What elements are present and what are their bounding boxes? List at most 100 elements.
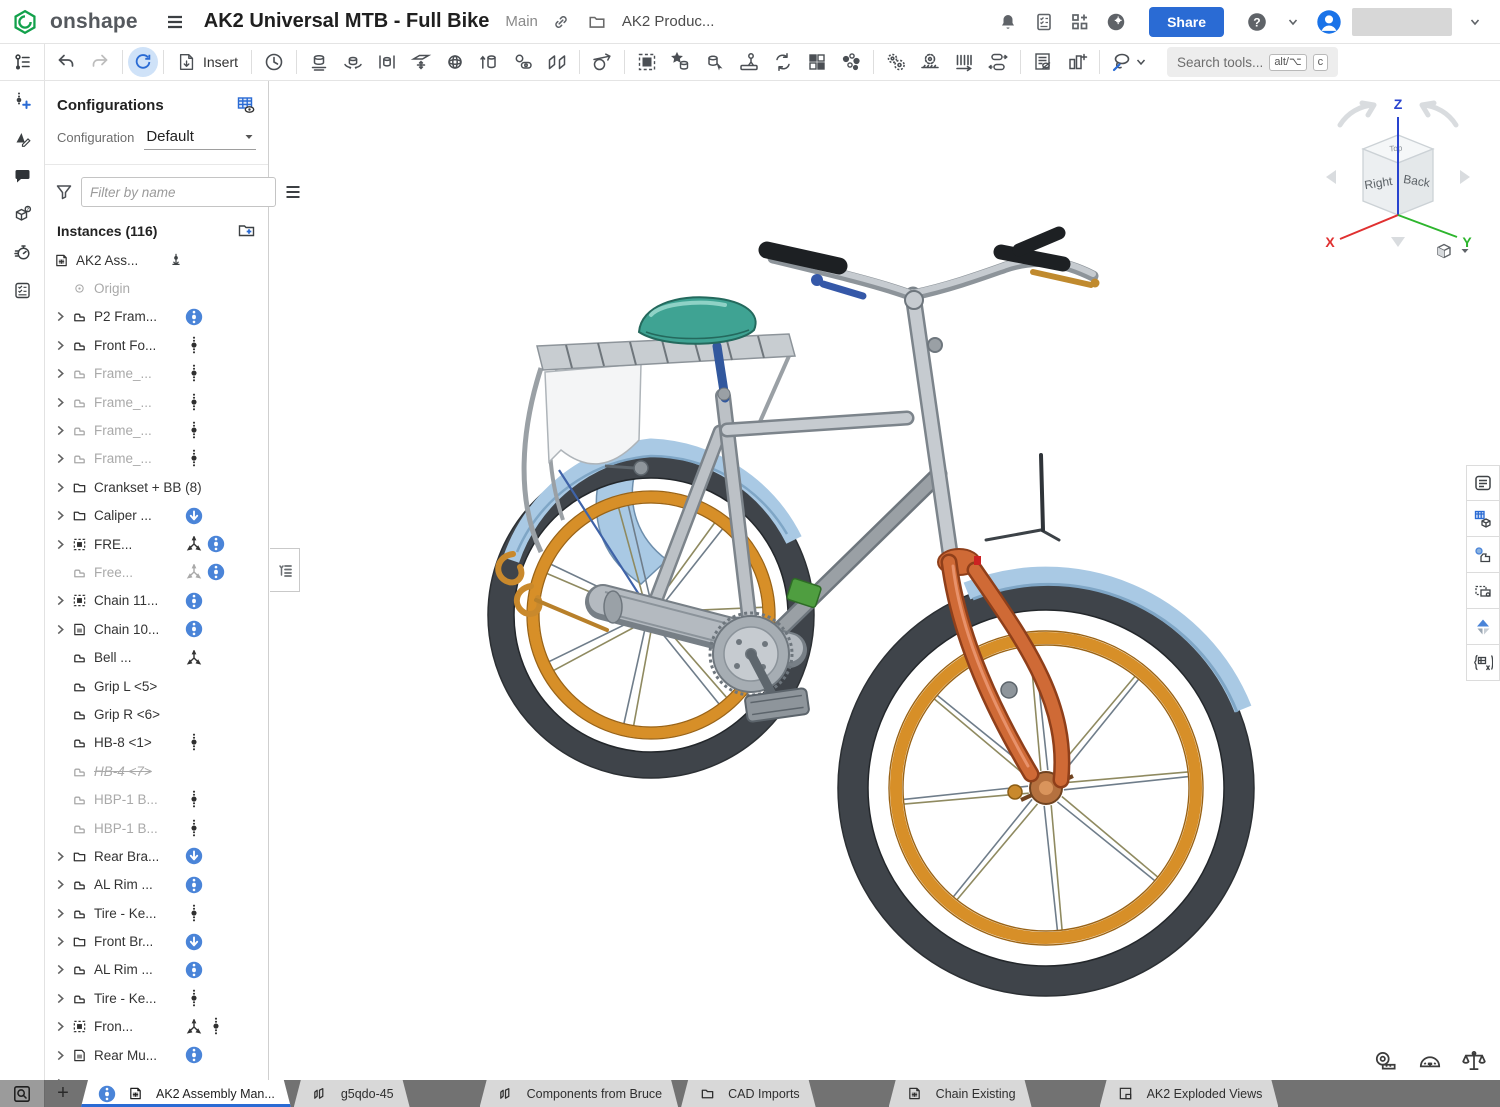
instance-row[interactable]: P2 Fram... [51,303,268,331]
clock-icon[interactable] [257,47,291,77]
mass-properties-icon[interactable] [1460,1047,1488,1075]
history-stopwatch-icon[interactable] [0,233,45,271]
expand-chevron-icon[interactable] [51,849,69,863]
filter-funnel-icon[interactable] [55,183,73,201]
pattern-icon[interactable] [800,47,834,77]
onshape-logo[interactable] [12,9,38,35]
instance-row[interactable]: Bell ... [51,643,268,671]
slider-mate-icon[interactable] [370,47,404,77]
configuration-panel-icon[interactable] [1466,501,1500,537]
replace-instances-icon[interactable] [698,47,732,77]
instance-row[interactable]: Fron... [51,1013,268,1041]
instance-row[interactable]: Chain 10... [51,615,268,643]
filter-input[interactable] [81,177,276,207]
instance-row[interactable]: HB-8 <1> [51,729,268,757]
instance-row[interactable]: Front Fo... [51,331,268,359]
notifications-icon[interactable] [995,9,1021,35]
instance-row[interactable]: AL Rim ... [51,871,268,899]
expand-chevron-icon[interactable] [51,480,69,494]
instance-row[interactable]: Tire - Ke... [51,984,268,1012]
instance-row[interactable]: Caliper ... [51,502,268,530]
expand-chevron-icon[interactable] [51,1048,69,1062]
instance-row[interactable]: Crankset + BB (8) [51,473,268,501]
fastened-mate-icon[interactable] [302,47,336,77]
expand-chevron-icon[interactable] [51,963,69,977]
instance-row[interactable]: Origin [51,274,268,302]
explode-icon[interactable] [834,47,868,77]
instance-row[interactable]: Frame_... [51,388,268,416]
account-caret-icon[interactable] [1462,9,1488,35]
part-help-icon[interactable]: ? [0,195,45,233]
follow-checklist-icon[interactable] [0,271,45,309]
instance-row[interactable]: HB-4 <7> [51,757,268,785]
expand-chevron-icon[interactable] [51,452,69,466]
instance-row[interactable]: HBP-1 B... [51,814,268,842]
expand-chevron-icon[interactable] [51,935,69,949]
avatar[interactable] [1316,9,1342,35]
configuration-select[interactable]: Default [144,125,256,150]
features-flyout-handle[interactable] [270,548,300,592]
transfer-instances-icon[interactable] [766,47,800,77]
link-icon[interactable] [548,9,574,35]
expand-chevron-icon[interactable] [51,509,69,523]
document-tab[interactable]: Chain Existing [889,1080,1032,1107]
rotate-tool-icon[interactable] [128,47,158,77]
document-tab[interactable]: Components from Bruce [480,1080,678,1107]
drag-parts-icon[interactable] [732,47,766,77]
expand-chevron-icon[interactable] [51,622,69,636]
named-positions-icon[interactable] [1060,47,1094,77]
list-options-icon[interactable] [284,183,302,201]
cylindrical-mate-icon[interactable] [472,47,506,77]
appearance-panel-icon[interactable] [1466,537,1500,573]
expand-chevron-icon[interactable] [51,878,69,892]
expand-chevron-icon[interactable] [51,991,69,1005]
expand-chevron-icon[interactable] [51,424,69,438]
share-button[interactable]: Share [1149,7,1224,37]
appearance-edit-icon[interactable] [0,119,45,157]
expand-chevron-icon[interactable] [51,367,69,381]
main-menu-icon[interactable] [162,9,188,35]
instance-row[interactable]: AL Rim ... [51,956,268,984]
tab-search-icon[interactable] [0,1080,45,1107]
instance-row[interactable]: Rear Mu... [51,1041,268,1069]
add-folder-icon[interactable] [237,221,256,240]
add-tab-button[interactable]: + [45,1080,81,1107]
instance-row[interactable]: FRE... [51,530,268,558]
group-icon[interactable] [630,47,664,77]
expand-chevron-icon[interactable] [51,395,69,409]
tape-measure-icon[interactable] [1372,1047,1400,1075]
display-states-icon[interactable] [1466,573,1500,609]
expand-chevron-icon[interactable] [51,906,69,920]
pin-slot-mate-icon[interactable] [506,47,540,77]
search-tools-box[interactable]: Search tools... alt/⌥ c [1167,47,1338,77]
document-tab[interactable]: CAD Imports [681,1080,816,1107]
configuration-table-icon[interactable] [236,95,256,115]
apps-grid-plus-icon[interactable] [1067,9,1093,35]
expand-chevron-icon[interactable] [51,310,69,324]
screw-relation-icon[interactable] [947,47,981,77]
instance-row[interactable]: Frame_... [51,360,268,388]
mate-connector-icon[interactable] [664,47,698,77]
3d-viewport[interactable]: Top Right Back Z X Y [270,81,1500,1080]
expand-chevron-icon[interactable] [51,594,69,608]
expand-chevron-icon[interactable] [51,537,69,551]
instance-row[interactable]: Chain 11... [51,587,268,615]
instance-row[interactable]: Free... [51,558,268,586]
workspace-label[interactable]: Main [505,13,538,30]
instance-row[interactable]: Rear Bra... [51,842,268,870]
instance-row[interactable]: Grip L <5> [51,672,268,700]
document-tab[interactable]: AK2 Assembly Man... [81,1080,291,1107]
planar-mate-icon[interactable] [404,47,438,77]
instance-row[interactable]: HBP-1 B... [51,785,268,813]
breadcrumb[interactable]: AK2 Produc... [622,13,715,30]
bom-icon[interactable] [1026,47,1060,77]
tangent-mate-icon[interactable] [585,47,619,77]
instance-row[interactable]: Frame_... [51,445,268,473]
expand-chevron-icon[interactable] [51,338,69,352]
instance-row[interactable]: Grip R <6> [51,700,268,728]
instance-row[interactable]: AK2 Ass... [51,246,268,274]
protractor-icon[interactable] [1416,1047,1444,1075]
assembly-tree-icon[interactable] [0,44,45,81]
document-tab[interactable]: AK2 Exploded Views [1100,1080,1279,1107]
instance-row[interactable]: Tire - Ke... [51,899,268,927]
